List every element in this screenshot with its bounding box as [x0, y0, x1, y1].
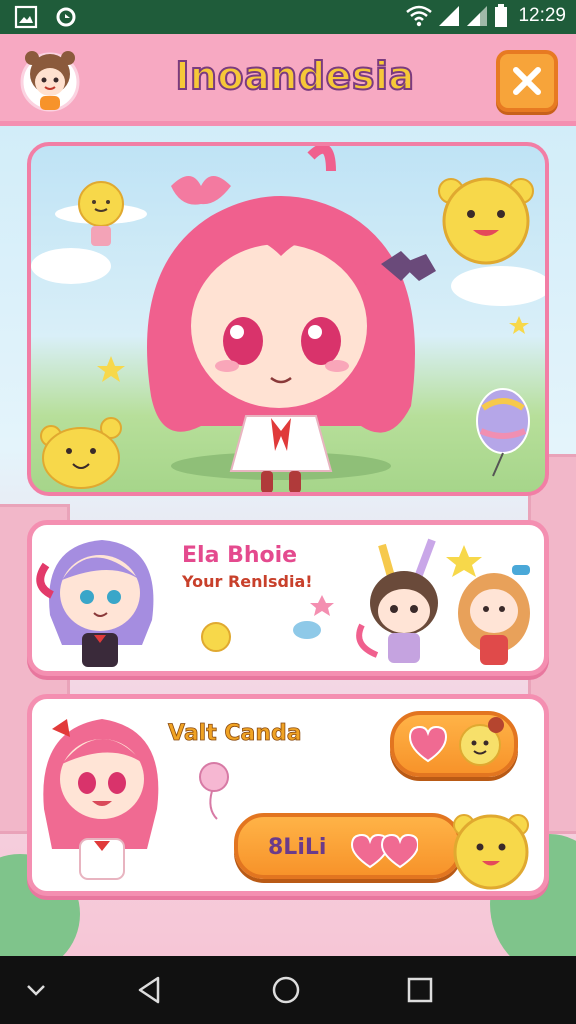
sync-icon: [56, 7, 76, 27]
star-icon-2: [509, 316, 529, 334]
bunny-ear-chibi: [356, 538, 438, 663]
status-bar: 12:29: [0, 0, 576, 34]
heart-icon: [408, 717, 504, 766]
card1-title: Ela Bhoie: [182, 543, 298, 568]
navigation-bar: [0, 956, 576, 1024]
orange-haired-chibi: [458, 565, 530, 665]
sun-mascot-icon: [55, 181, 147, 246]
signal-icon: [439, 6, 460, 26]
hero-card[interactable]: [27, 142, 549, 496]
chibi-avatar-icon[interactable]: [14, 44, 86, 116]
image-icon: [14, 5, 38, 29]
profile-card-1[interactable]: Ela Bhoie Your Renlsdia!: [27, 520, 549, 676]
pink-haired-chibi-girl: [147, 146, 436, 492]
pink-haired-chibi-small: [43, 719, 159, 880]
card1-subtitle: Your Renlsdia!: [182, 572, 313, 591]
sun-small-icon: [201, 622, 231, 652]
clock: 12:29: [518, 5, 566, 26]
card2-title: Valt Canda: [168, 721, 302, 747]
double-heart-icon: [350, 833, 418, 869]
signal-icon-2: [467, 6, 488, 26]
star-icon-3: [446, 545, 482, 577]
battery-icon: [495, 4, 508, 27]
cloud-small-icon: [293, 621, 321, 639]
back-icon[interactable]: [134, 974, 166, 1006]
close-icon: [513, 67, 541, 95]
purple-haired-chibi: [36, 540, 154, 667]
bear-mascot-icon-2: [453, 814, 529, 890]
header: Inoandesia: [0, 34, 576, 126]
app-screen: Inoandesia Ela Bhoie Your Renlsdia! Valt…: [0, 34, 576, 956]
close-button[interactable]: [496, 50, 558, 112]
like-button[interactable]: 8LiLi: [234, 813, 462, 879]
heart-action-button[interactable]: [390, 711, 518, 777]
star-icon: [97, 356, 125, 382]
recents-icon[interactable]: [404, 974, 436, 1006]
small-bear-icon: [40, 417, 122, 489]
balloon-icon: [476, 388, 530, 477]
wifi-icon: [406, 5, 433, 27]
bear-mascot-icon: [438, 177, 534, 265]
lollipop-icon: [199, 762, 229, 820]
profile-card-2[interactable]: Valt Canda 8LiLi: [27, 694, 549, 896]
like-button-label: 8LiLi: [268, 835, 327, 860]
chevron-down-icon[interactable]: [20, 974, 52, 1006]
page-title: Inoandesia: [174, 53, 415, 99]
home-icon[interactable]: [270, 974, 302, 1006]
hero-illustration: [31, 146, 545, 492]
